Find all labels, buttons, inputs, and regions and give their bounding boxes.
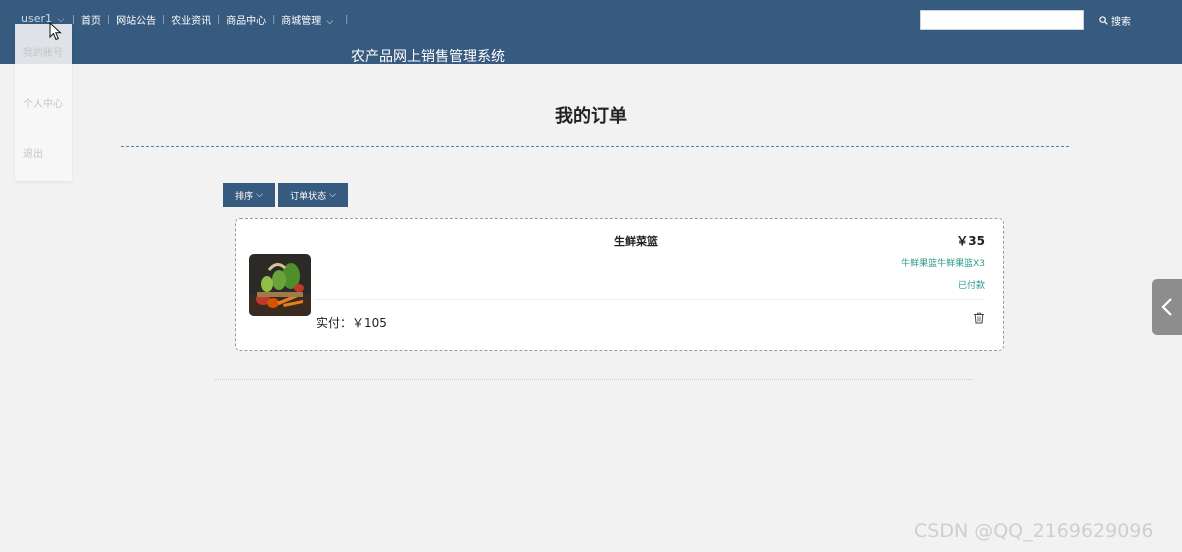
card-divider xyxy=(316,299,985,300)
chevron-down-icon: ⌵ xyxy=(256,190,263,200)
paid-amount: 实付：￥105 xyxy=(316,316,387,330)
nav-link-mall-admin-label: 商城管理 xyxy=(281,16,322,27)
menu-item-logout[interactable]: 退出 xyxy=(23,145,43,160)
watermark: CSDN @QQ_2169629096 xyxy=(914,520,1154,542)
product-name: 生鲜菜篮 xyxy=(614,235,658,248)
chevron-down-icon: ⌵ xyxy=(329,190,336,200)
order-status-label: 订单状态 xyxy=(290,191,327,202)
chevron-down-icon: ⌵ xyxy=(326,17,334,27)
order-status-dropdown-button[interactable]: 订单状态 ⌵ xyxy=(278,183,348,207)
nav-separator: | xyxy=(217,14,221,25)
page-title: 我的订单 xyxy=(555,106,627,127)
unit-price: ￥35 xyxy=(956,234,985,248)
side-panel-toggle[interactable] xyxy=(1152,279,1182,335)
search-button-label: 搜索 xyxy=(1111,17,1131,28)
nav-separator: | xyxy=(162,14,166,25)
nav-separator: | xyxy=(345,14,349,25)
search-icon xyxy=(1099,16,1108,25)
nav-separator: | xyxy=(272,14,276,25)
nav-links: | 首页 | 网站公告 | 农业资讯 | 商品中心 | 商城管理 ⌵ | xyxy=(66,12,354,28)
sort-label: 排序 xyxy=(235,191,254,202)
menu-item-my-account[interactable]: 我的账号 xyxy=(23,44,63,59)
list-bottom-divider xyxy=(215,379,973,380)
nav-link-home[interactable]: 首页 xyxy=(81,12,101,27)
top-navbar: user1 ⌵ | 首页 | 网站公告 | 农业资讯 | 商品中心 | 商城管理… xyxy=(0,0,1182,65)
nav-link-mall-admin[interactable]: 商城管理 ⌵ xyxy=(281,12,333,27)
trash-icon[interactable] xyxy=(973,312,985,324)
site-title: 农产品网上销售管理系统 xyxy=(351,49,505,65)
product-image[interactable] xyxy=(249,254,311,316)
order-card[interactable]: 生鲜菜篮 ￥35 牛鲜果篮牛鲜果篮X3 已付款 实付：￥105 xyxy=(235,218,1004,351)
search-input[interactable] xyxy=(920,10,1084,30)
nav-separator: | xyxy=(107,14,111,25)
nav-link-agri-news[interactable]: 农业资讯 xyxy=(171,12,211,27)
mouse-cursor-icon xyxy=(49,22,62,41)
nav-separator: | xyxy=(72,14,76,25)
sort-dropdown-button[interactable]: 排序 ⌵ xyxy=(223,183,275,207)
title-divider xyxy=(121,146,1069,147)
nav-link-announcements[interactable]: 网站公告 xyxy=(116,12,156,27)
chevron-left-icon xyxy=(1161,298,1172,316)
product-spec-quantity: 牛鲜果篮牛鲜果篮X3 xyxy=(901,259,985,269)
search-button[interactable]: 搜索 xyxy=(1099,13,1131,28)
nav-link-product-center[interactable]: 商品中心 xyxy=(226,12,266,27)
order-status-badge: 已付款 xyxy=(957,281,985,291)
